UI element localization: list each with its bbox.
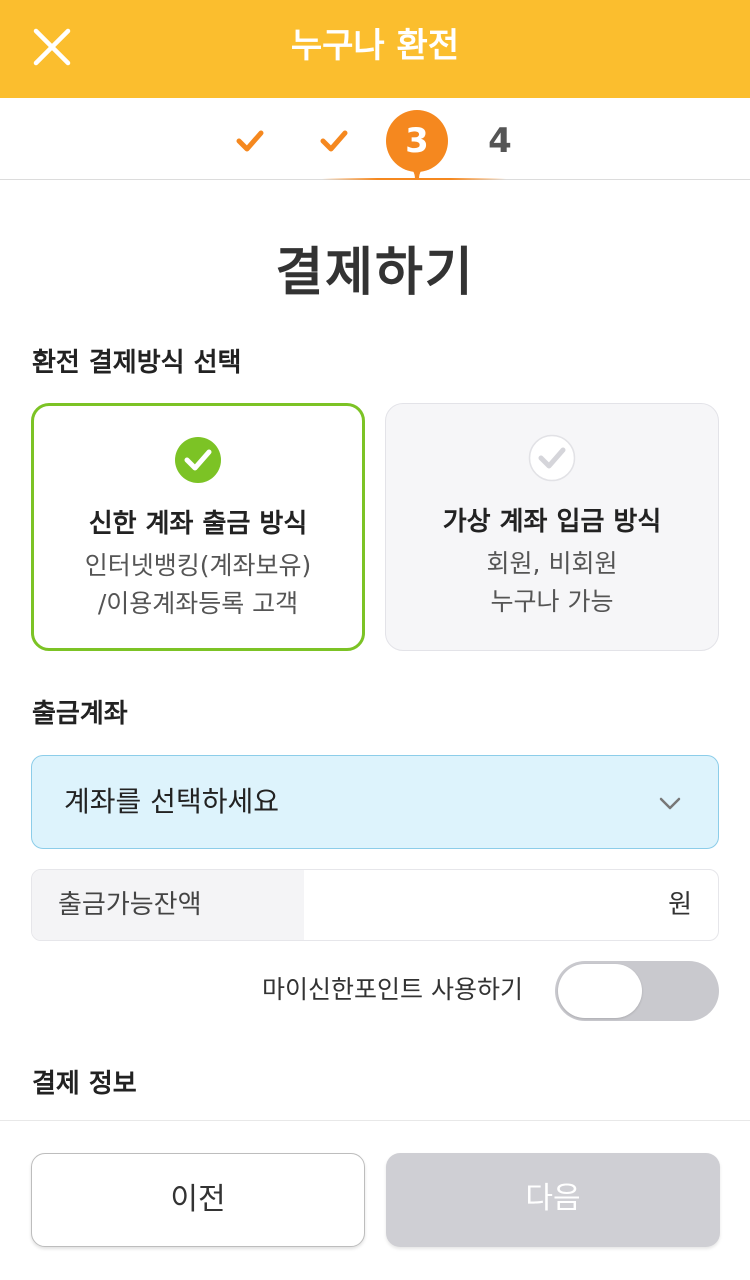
header-title: 누구나 환전: [290, 26, 460, 66]
account-select-dropdown[interactable]: 계좌를 선택하세요: [31, 755, 719, 849]
app-header: 누구나 환전: [0, 0, 750, 98]
balance-label-cell: 출금가능잔액: [32, 870, 304, 940]
method-card-title: 신한 계좌 출금 방식: [88, 509, 308, 539]
balance-label: 출금가능잔액: [58, 890, 202, 920]
method-card-desc: 회원, 비회원 누구나 가능: [386, 545, 718, 621]
page-title: 결제하기: [275, 243, 475, 303]
check-circle-icon: [528, 434, 576, 482]
method-card-desc-line: 누구나 가능: [490, 587, 614, 616]
step-2-check-icon: [320, 130, 348, 152]
balance-unit: 원: [668, 890, 692, 920]
next-button[interactable]: 다음: [386, 1153, 720, 1247]
points-toggle[interactable]: [555, 961, 719, 1021]
step-1-check-icon: [236, 130, 264, 152]
step-3-current: 3: [386, 110, 448, 172]
payment-method-label: 환전 결제방식 선택: [32, 348, 242, 378]
check-circle-icon: [175, 437, 221, 483]
chevron-down-icon: [659, 797, 681, 810]
points-toggle-label: 마이신한포인트 사용하기: [262, 975, 523, 1004]
available-balance-row: 출금가능잔액 원: [31, 869, 719, 941]
withdrawal-account-label: 출금계좌: [32, 699, 128, 729]
method-card-virtual-account[interactable]: 가상 계좌 입금 방식 회원, 비회원 누구나 가능: [385, 403, 719, 651]
account-select-placeholder: 계좌를 선택하세요: [64, 785, 279, 818]
method-card-desc-line: /이용계좌등록 고객: [97, 589, 299, 618]
toggle-knob: [558, 964, 642, 1018]
method-card-title: 가상 계좌 입금 방식: [442, 507, 662, 537]
prev-button[interactable]: 이전: [31, 1153, 365, 1247]
step-4-pending: 4: [488, 121, 512, 161]
method-card-desc: 인터넷뱅킹(계좌보유) /이용계좌등록 고객: [34, 547, 362, 623]
payment-info-label: 결제 정보: [32, 1069, 137, 1099]
method-card-desc-line: 회원, 비회원: [486, 549, 618, 578]
method-card-desc-line: 인터넷뱅킹(계좌보유): [84, 551, 312, 580]
progress-stepper: [0, 98, 750, 180]
method-card-shinhan-withdrawal[interactable]: 신한 계좌 출금 방식 인터넷뱅킹(계좌보유) /이용계좌등록 고객: [31, 403, 365, 651]
